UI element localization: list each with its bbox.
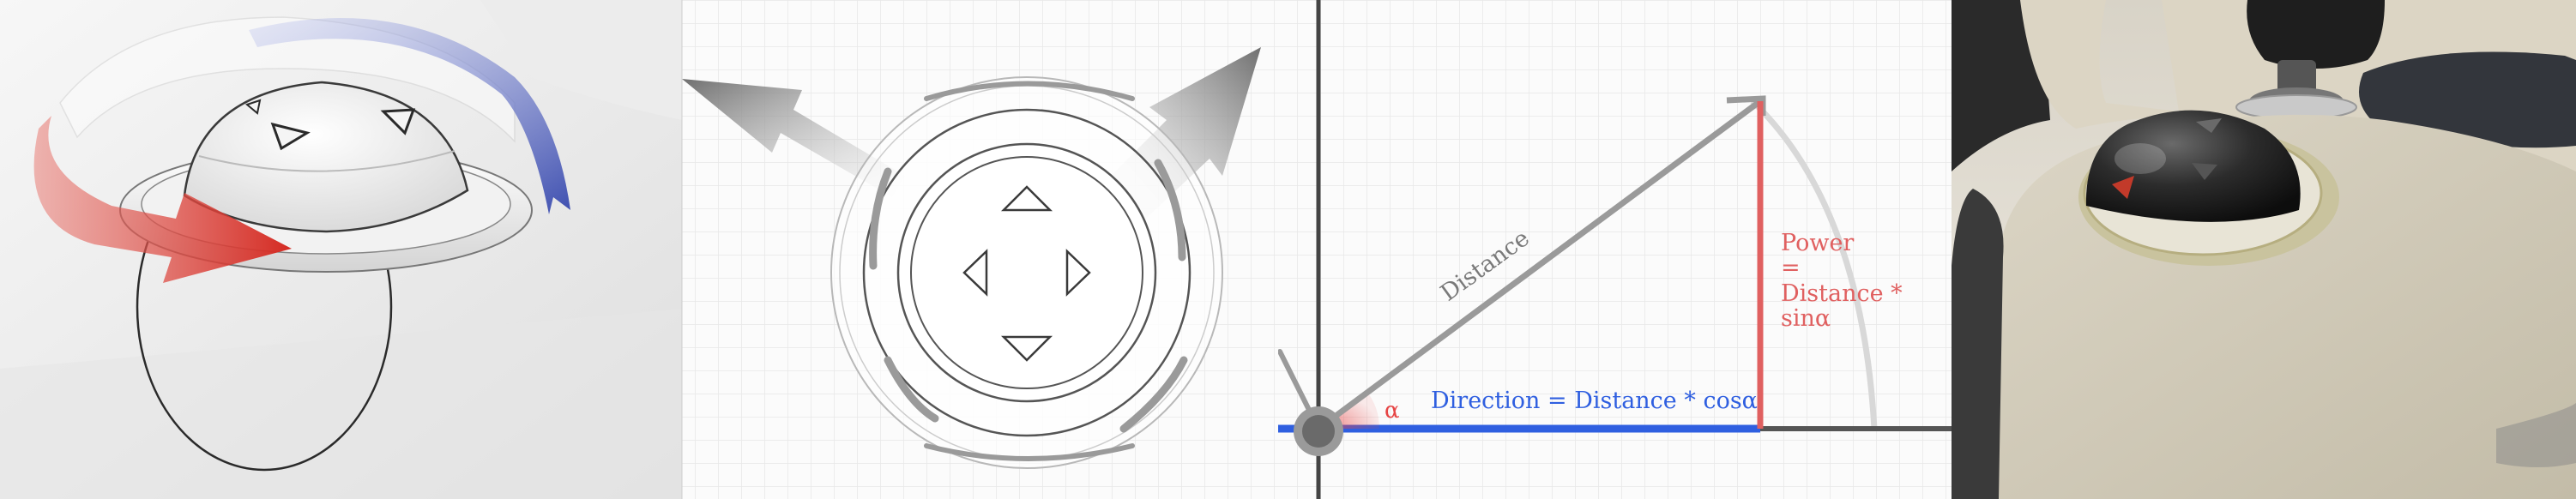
panel-vector-diagram: Distance α Direction = Distance * cosα P… <box>1278 0 1952 499</box>
power-label-line: Distance * <box>1781 280 1903 307</box>
panel-product-render <box>1952 0 2576 499</box>
power-label-line: Power <box>1781 230 1854 256</box>
direction-label: Direction = Distance * cosα <box>1431 388 1758 414</box>
panel-rotation-render <box>0 0 682 499</box>
inner-dome <box>896 142 1157 403</box>
panel-control-top-view <box>682 0 1278 499</box>
figure-canvas: Distance α Direction = Distance * cosα P… <box>0 0 2576 499</box>
figure-strip: Distance α Direction = Distance * cosα P… <box>0 0 2576 499</box>
alpha-label: α <box>1385 398 1400 424</box>
power-label-line: sinα <box>1781 305 1831 332</box>
power-label-line: = <box>1781 255 1801 281</box>
